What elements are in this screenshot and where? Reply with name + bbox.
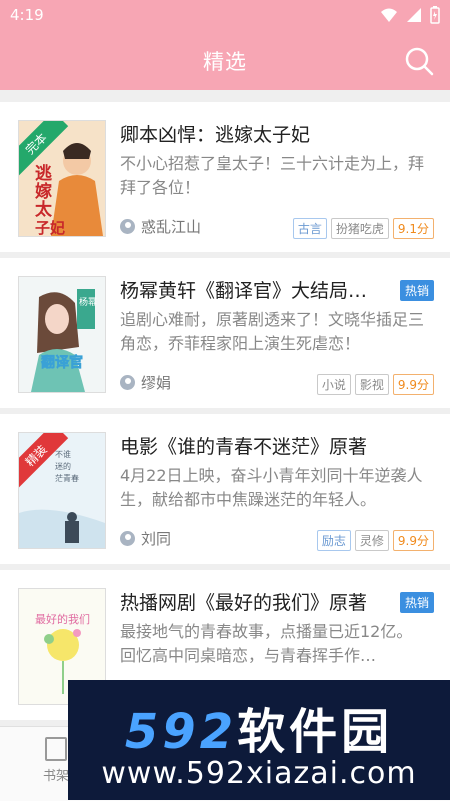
nav-bookshelf-label: 书架	[42, 769, 69, 784]
tag: 扮猪吃虎	[330, 218, 389, 239]
watermark-logo-text: 软件园	[237, 704, 394, 760]
svg-text:逃: 逃	[35, 163, 53, 184]
svg-text:迷的: 迷的	[55, 461, 71, 471]
search-button[interactable]	[402, 44, 436, 78]
book-cover: 逃 嫁 太 子妃 完本	[18, 120, 106, 237]
tag: 灵修	[354, 530, 389, 551]
book-title: 杨幂黄轩《翻译官》大结局…	[120, 280, 368, 302]
tag: 古言	[292, 218, 327, 239]
book-tags: 励志 灵修 9.9分	[316, 530, 434, 551]
page-title: 精选	[203, 50, 247, 74]
status-bar: 4:19	[0, 0, 450, 32]
tag: 小说	[316, 374, 351, 395]
wifi-icon	[381, 8, 397, 22]
signal-icon	[407, 8, 421, 22]
tag: 影视	[354, 374, 389, 395]
book-title: 卿本凶悍：逃嫁太子妃	[120, 124, 311, 146]
book-card[interactable]: 杨幂 翻译官 杨幂黄轩《翻译官》大结局… 热销 追剧心难耐，原著剧透来了！文晓华…	[0, 258, 450, 408]
status-time: 4:19	[10, 6, 44, 24]
book-author: 缪娟	[120, 372, 171, 393]
user-icon	[120, 375, 135, 390]
svg-text:杨幂: 杨幂	[79, 296, 97, 308]
watermark-logo-number: 592	[124, 704, 238, 760]
book-author: 刘同	[120, 528, 171, 549]
book-title: 热播网剧《最好的我们》原著	[120, 592, 368, 614]
svg-text:子妃: 子妃	[35, 219, 65, 236]
book-title: 电影《谁的青春不迷茫》原著	[120, 436, 368, 458]
search-icon	[405, 47, 434, 76]
book-description: 4月22日上映，奋斗小青年刘同十年逆袭人生，献给都市中焦躁迷茫的年轻人。	[120, 466, 423, 509]
app-bar: 精选	[0, 32, 450, 90]
book-description: 最接地气的青春故事，点播量已近12亿。回忆高中同桌暗恋，与青春挥手作…	[120, 622, 413, 665]
book-cover: 杨幂 翻译官	[18, 276, 106, 393]
svg-text:不谁: 不谁	[55, 449, 71, 459]
book-card[interactable]: 逃 嫁 太 子妃 完本 卿本凶悍：逃嫁太子妃 不小心招惹了皇太子！三十六计走为上…	[0, 102, 450, 252]
hot-badge: 热销	[399, 280, 434, 301]
user-icon	[120, 531, 135, 546]
status-icons	[380, 6, 440, 24]
book-description: 不小心招惹了皇太子！三十六计走为上，拜拜了各位！	[120, 154, 425, 197]
cover-title: 最好的我们	[35, 612, 90, 626]
watermark-url: www.592xiazai.com	[101, 756, 417, 791]
book-card[interactable]: 不谁 迷的 茫青春 精装 电影《谁的青春不迷茫》原著 4月22日上映，奋斗小青年…	[0, 414, 450, 564]
score-badge: 9.9分	[392, 374, 434, 395]
battery-icon	[430, 6, 440, 24]
svg-text:太: 太	[35, 199, 53, 220]
tag: 励志	[316, 530, 351, 551]
score-badge: 9.9分	[392, 530, 434, 551]
svg-text:嫁: 嫁	[34, 181, 52, 202]
score-badge: 9.1分	[392, 218, 434, 239]
bookshelf-icon	[45, 737, 67, 761]
watermark-banner: 592软件园 www.592xiazai.com	[68, 680, 450, 800]
author-name: 刘同	[141, 530, 172, 548]
book-cover: 不谁 迷的 茫青春 精装	[18, 432, 106, 549]
svg-text:茫青春: 茫青春	[55, 473, 79, 483]
author-name: 惑乱江山	[141, 218, 202, 236]
book-tags: 小说 影视 9.9分	[316, 374, 434, 395]
hot-badge: 热销	[399, 592, 434, 613]
cover-title: 翻译官	[41, 354, 83, 371]
author-name: 缪娟	[141, 374, 172, 392]
book-tags: 古言 扮猪吃虎 9.1分	[292, 218, 434, 239]
book-author: 惑乱江山	[120, 216, 201, 237]
user-icon	[120, 219, 135, 234]
book-description: 追剧心难耐，原著剧透来了！文晓华插足三角恋，乔菲程家阳上演生死虐恋！	[120, 310, 425, 353]
watermark-logo: 592软件园	[68, 692, 450, 762]
